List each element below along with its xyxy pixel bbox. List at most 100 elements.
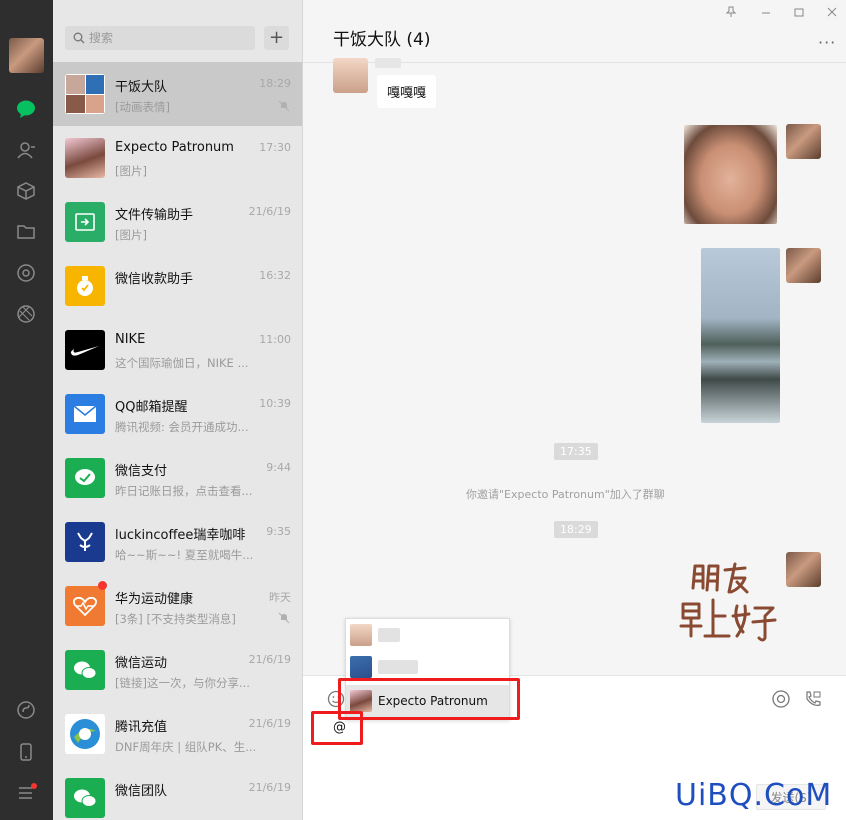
chat-name: luckincoffee瑞幸咖啡 [115, 528, 246, 543]
chat-item-file-transfer[interactable]: 文件传输助手 21/6/19 [图片] [53, 190, 302, 254]
huawei-health-avatar [65, 586, 105, 626]
chat-item-nike[interactable]: NIKE 11:00 这个国际瑜伽日，NIKE ... [53, 318, 302, 382]
chat-name: 微信支付 [115, 464, 168, 479]
highlight-box-at [311, 711, 363, 745]
chat-preview: [链接]这一次，与你分享... [115, 676, 250, 690]
chat-preview: 腾讯视频: 会员开通成功... [115, 420, 249, 434]
wechat-logo-icon [74, 661, 97, 679]
money-bag-icon [77, 276, 93, 296]
my-avatar[interactable] [9, 38, 44, 73]
chat-time: 21/6/19 [248, 717, 291, 730]
message-bubble[interactable]: 嘎嘎嘎 [377, 75, 437, 108]
member-avatar [350, 656, 372, 678]
chat-title: 干饭大队 (4) [333, 30, 431, 50]
chat-time: 21/6/19 [248, 205, 291, 218]
channels-icon[interactable] [14, 302, 38, 326]
files-icon[interactable] [14, 220, 38, 244]
timestamp: 18:29 [554, 521, 598, 538]
mail-icon [73, 405, 97, 422]
chat-name: 文件传输助手 [115, 208, 194, 223]
chat-time: 9:35 [266, 525, 291, 538]
unread-badge [98, 581, 107, 590]
greeting-sticker[interactable] [679, 558, 779, 648]
chat-item-qqmail[interactable]: QQ邮箱提醒 10:39 腾讯视频: 会员开通成功... [53, 382, 302, 446]
nav-bar [0, 0, 53, 820]
favorites-icon[interactable] [14, 179, 38, 203]
minimize-icon[interactable] [761, 6, 771, 18]
chat-name: 华为运动健康 [115, 592, 194, 607]
chat-name: 微信团队 [115, 784, 168, 799]
my-message-avatar[interactable] [786, 552, 821, 587]
tencent-recharge-avatar [65, 714, 105, 754]
wechat-pay-avatar [65, 458, 105, 498]
chat-time: 9:44 [266, 461, 291, 474]
chat-item-ganfan[interactable]: 干饭大队 18:29 [动画表情] [53, 62, 302, 126]
chat-name: Expecto Patronum [115, 140, 234, 155]
chat-preview: 昨日记账日报，点击查看... [115, 484, 253, 498]
deer-icon [77, 532, 93, 551]
chat-icon[interactable] [14, 97, 38, 121]
file-transfer-avatar [65, 202, 105, 242]
search-box[interactable] [65, 26, 255, 50]
chat-item-expecto[interactable]: Expecto Patronum 17:30 [图片] [53, 126, 302, 190]
chat-item-payment-assistant[interactable]: 微信收款助手 16:32 [53, 254, 302, 318]
chat-item-luckin[interactable]: luckincoffee瑞幸咖啡 9:35 哈~~斯~~! 夏至就喝牛... [53, 510, 302, 574]
group-avatar [65, 74, 105, 114]
chat-name: 腾讯充值 [115, 720, 168, 735]
chat-time: 18:29 [259, 77, 291, 90]
payment-assistant-avatar [65, 266, 105, 306]
more-options-button[interactable]: ··· [818, 33, 836, 52]
wechat-logo-icon [74, 789, 97, 807]
contact-avatar [65, 138, 105, 178]
nike-avatar [65, 330, 105, 370]
menu-icon[interactable] [14, 781, 38, 805]
my-message-avatar[interactable] [786, 248, 821, 283]
chat-item-wechat-pay[interactable]: 微信支付 9:44 昨日记账日报，点击查看... [53, 446, 302, 510]
call-icon[interactable] [803, 689, 823, 709]
search-input[interactable] [89, 31, 249, 45]
sender-avatar[interactable] [333, 58, 368, 93]
image-message[interactable] [684, 125, 777, 224]
chat-item-wechat-sports[interactable]: 微信运动 21/6/19 [链接]这一次，与你分享... [53, 638, 302, 702]
chat-time: 11:00 [259, 333, 291, 346]
chat-name: 微信运动 [115, 656, 168, 671]
chat-preview: 这个国际瑜伽日，NIKE ... [115, 356, 249, 370]
maximize-icon[interactable] [794, 6, 804, 18]
mute-bell-icon [278, 612, 290, 624]
mention-option[interactable] [346, 619, 509, 651]
chat-preview: [图片] [115, 228, 147, 242]
pin-icon[interactable] [726, 6, 736, 18]
wechat-pay-icon [75, 469, 95, 485]
chat-item-wechat-team[interactable]: 微信团队 21/6/19 [53, 766, 302, 820]
chat-time: 17:30 [259, 141, 291, 154]
highlight-box-mention [338, 678, 520, 720]
chat-name: 微信收款助手 [115, 272, 194, 287]
chat-item-huawei-health[interactable]: 华为运动健康 昨天 [3条] [不支持类型消息] [53, 574, 302, 638]
my-message-avatar[interactable] [786, 124, 821, 159]
add-chat-button[interactable]: + [264, 26, 289, 50]
contacts-icon[interactable] [14, 138, 38, 162]
chat-item-tencent-recharge[interactable]: 腾讯充值 21/6/19 DNF周年庆 | 组队PK、生... [53, 702, 302, 766]
chat-preview: [3条] [不支持类型消息] [115, 612, 236, 626]
sender-name-blurred [375, 58, 401, 68]
chat-preview: 哈~~斯~~! 夏至就喝牛... [115, 548, 254, 562]
member-avatar [350, 624, 372, 646]
mute-bell-icon [278, 100, 290, 112]
nike-swoosh-icon [70, 346, 99, 356]
mini-program-icon[interactable] [14, 698, 38, 722]
phone-icon[interactable] [14, 740, 38, 764]
heart-pulse-icon [72, 596, 98, 617]
wechat-sports-avatar [65, 650, 105, 690]
member-name-blurred [378, 628, 400, 642]
moments-icon[interactable] [14, 261, 38, 285]
timestamp: 17:35 [554, 443, 598, 460]
live-icon[interactable] [771, 689, 791, 709]
system-message: 你邀请"Expecto Patronum"加入了群聊 [466, 488, 665, 501]
chat-time: 昨天 [269, 591, 291, 604]
close-icon[interactable] [827, 6, 837, 18]
recharge-logo-icon [70, 719, 100, 749]
image-message[interactable] [701, 248, 780, 423]
chat-time: 21/6/19 [248, 781, 291, 794]
watermark: UiBQ.CoM [675, 778, 833, 813]
luckin-avatar [65, 522, 105, 562]
